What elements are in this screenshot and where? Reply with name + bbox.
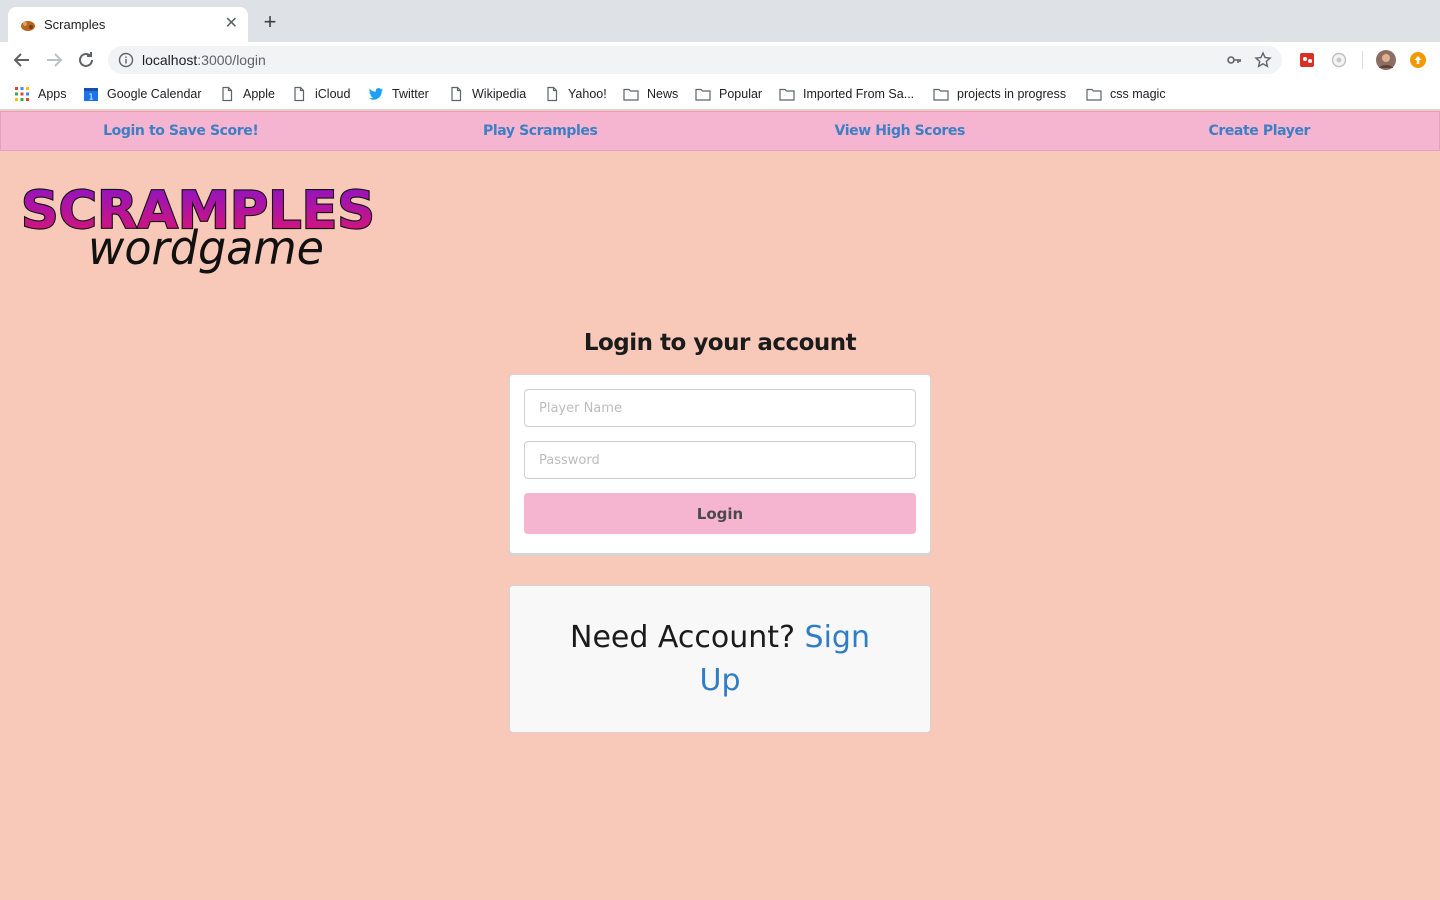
bookmarks-bar: Apps 1 Google Calendar Apple iCloud Twit…	[0, 78, 1440, 110]
logo-wordgame-text: wordgame	[88, 221, 324, 275]
bookmark-folder-popular[interactable]: Popular	[695, 83, 762, 105]
nav-play-scramples[interactable]: Play Scramples	[361, 112, 721, 150]
scramples-favicon-icon	[21, 21, 35, 31]
bookmark-apps[interactable]: Apps	[14, 83, 67, 105]
folder-icon	[695, 88, 711, 101]
bookmark-apple[interactable]: Apple	[219, 83, 275, 105]
bookmark-label: css magic	[1110, 87, 1166, 101]
bookmark-yahoo[interactable]: Yahoo!	[544, 83, 607, 105]
info-icon[interactable]	[118, 52, 134, 68]
bookmark-folder-projects[interactable]: projects in progress	[933, 83, 1066, 105]
bookmark-google-calendar[interactable]: 1 Google Calendar	[83, 83, 202, 105]
tab-title: Scramples	[44, 17, 106, 32]
login-form-card: Login	[509, 374, 931, 554]
update-icon[interactable]	[1410, 52, 1426, 68]
url-text: localhost:3000/login	[142, 52, 266, 68]
bookmark-label: Apple	[243, 87, 275, 101]
page-icon	[222, 86, 233, 102]
url-path: :3000/login	[197, 52, 266, 68]
svg-text:1: 1	[88, 93, 93, 102]
nav-view-high-scores[interactable]: View High Scores	[720, 112, 1080, 150]
profile-avatar-icon[interactable]	[1376, 50, 1396, 70]
signup-card: Need Account? Sign Up	[509, 585, 931, 733]
signup-message: Need Account? Sign Up	[560, 616, 880, 702]
browser-toolbar: localhost:3000/login	[0, 42, 1440, 78]
page-icon	[547, 86, 558, 102]
new-tab-icon[interactable]: +	[258, 10, 282, 34]
bookmark-label: News	[647, 87, 679, 101]
folder-icon	[1086, 88, 1102, 101]
bookmark-label: Twitter	[392, 87, 429, 101]
login-heading: Login to your account	[583, 330, 857, 356]
bookmark-folder-css-magic[interactable]: css magic	[1086, 83, 1166, 105]
bookmark-label: Popular	[719, 87, 763, 101]
scramples-logo: SCRAMPLES wordgame	[20, 180, 376, 275]
folder-icon	[933, 88, 949, 101]
calendar-icon: 1	[84, 88, 98, 102]
bookmark-label: Yahoo!	[568, 87, 607, 101]
url-host: localhost	[142, 52, 198, 68]
bookmark-label: iCloud	[315, 87, 351, 101]
key-icon[interactable]	[1226, 52, 1242, 68]
twitter-bird-icon	[369, 88, 383, 100]
extension-red-icon[interactable]	[1299, 52, 1315, 68]
page-icon	[294, 86, 305, 102]
player-name-input[interactable]	[524, 389, 916, 427]
browser-tabstrip: Scramples ✕ +	[0, 0, 1440, 42]
apps-grid-icon	[15, 87, 29, 101]
folder-icon	[623, 88, 639, 101]
bookmark-label: Apps	[38, 87, 67, 101]
page-icon	[451, 86, 462, 102]
tab-close-icon[interactable]: ✕	[225, 15, 238, 33]
nav-login-save-score[interactable]: Login to Save Score!	[1, 112, 361, 150]
bookmark-folder-news[interactable]: News	[623, 83, 678, 105]
reload-icon[interactable]	[74, 48, 98, 72]
nav-create-player[interactable]: Create Player	[1080, 112, 1440, 150]
bookmark-icloud[interactable]: iCloud	[291, 83, 350, 105]
bookmark-wikipedia[interactable]: Wikipedia	[448, 83, 526, 105]
bookmark-label: projects in progress	[957, 87, 1067, 101]
extension-gray-icon[interactable]	[1331, 52, 1347, 68]
bookmark-label: Wikipedia	[472, 87, 527, 101]
address-bar[interactable]: localhost:3000/login	[108, 46, 1282, 74]
folder-icon	[779, 88, 795, 101]
forward-icon[interactable]	[42, 48, 66, 72]
toolbar-divider	[1362, 51, 1363, 69]
password-input[interactable]	[524, 441, 916, 479]
need-account-text: Need Account?	[570, 620, 795, 655]
bookmark-star-icon[interactable]	[1254, 51, 1272, 69]
login-button[interactable]: Login	[524, 493, 916, 534]
bookmark-twitter[interactable]: Twitter	[368, 83, 429, 105]
bookmark-folder-imported[interactable]: Imported From Sa...	[779, 83, 914, 105]
bookmark-label: Google Calendar	[107, 87, 202, 101]
bookmark-label: Imported From Sa...	[803, 87, 915, 101]
app-nav-bar: Login to Save Score! Play Scramples View…	[0, 111, 1440, 151]
browser-tab[interactable]: Scramples ✕	[8, 7, 248, 42]
back-icon[interactable]	[10, 48, 34, 72]
